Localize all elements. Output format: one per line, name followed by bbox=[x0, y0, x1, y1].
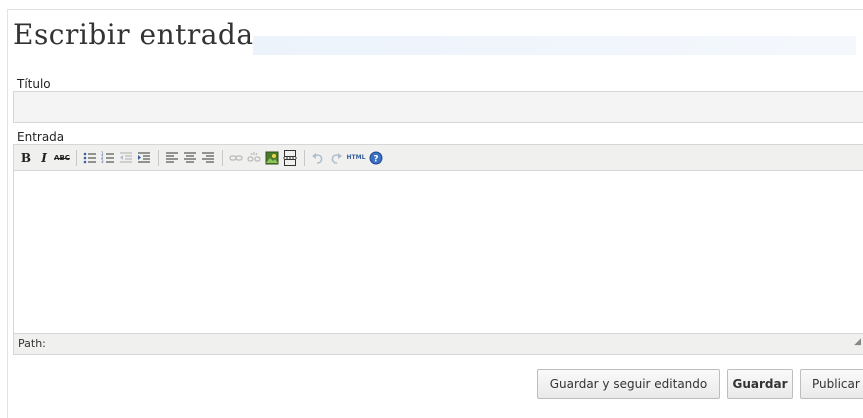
editor-statusbar: Path: ◢ bbox=[14, 333, 863, 354]
entry-label: Entrada bbox=[17, 130, 65, 144]
align-left-icon[interactable] bbox=[164, 149, 180, 167]
toolbar-separator bbox=[158, 149, 159, 166]
toolbar-separator bbox=[222, 149, 223, 166]
outdent-icon[interactable] bbox=[118, 149, 134, 167]
title-underline-band bbox=[253, 36, 856, 55]
page-break-icon[interactable] bbox=[282, 149, 298, 167]
ordered-list-icon[interactable]: 123 bbox=[100, 149, 116, 167]
svg-text:?: ? bbox=[373, 154, 378, 164]
italic-icon[interactable]: I bbox=[36, 149, 52, 167]
publish-button[interactable]: Publicar bbox=[800, 369, 863, 399]
image-icon[interactable] bbox=[264, 149, 280, 167]
strikethrough-icon[interactable]: ABC bbox=[54, 149, 70, 167]
undo-icon[interactable] bbox=[310, 149, 326, 167]
link-icon[interactable] bbox=[228, 149, 244, 167]
page-header: Escribir entrada bbox=[13, 14, 856, 64]
page-title: Escribir entrada bbox=[13, 18, 254, 51]
editor-toolbar: B I ABC 123 HTML ? bbox=[14, 145, 863, 171]
toolbar-separator bbox=[76, 149, 77, 166]
bold-icon[interactable]: B bbox=[18, 149, 34, 167]
redo-icon[interactable] bbox=[328, 149, 344, 167]
title-input[interactable] bbox=[13, 91, 863, 123]
rich-text-editor: B I ABC 123 HTML ? Path: ◢ bbox=[13, 144, 863, 355]
align-right-icon[interactable] bbox=[200, 149, 216, 167]
svg-text:3: 3 bbox=[101, 159, 104, 164]
indent-icon[interactable] bbox=[136, 149, 152, 167]
save-button[interactable]: Guardar bbox=[727, 369, 793, 399]
unordered-list-icon[interactable] bbox=[82, 149, 98, 167]
title-label: Título bbox=[17, 77, 51, 91]
unlink-icon[interactable] bbox=[246, 149, 262, 167]
editor-content-area[interactable] bbox=[14, 171, 863, 333]
resize-handle-icon[interactable]: ◢ bbox=[854, 332, 861, 352]
path-label: Path: bbox=[18, 337, 46, 350]
save-and-continue-button[interactable]: Guardar y seguir editando bbox=[537, 369, 720, 399]
toolbar-separator bbox=[304, 149, 305, 166]
html-icon[interactable]: HTML bbox=[346, 149, 366, 167]
help-icon[interactable]: ? bbox=[368, 149, 384, 167]
align-center-icon[interactable] bbox=[182, 149, 198, 167]
